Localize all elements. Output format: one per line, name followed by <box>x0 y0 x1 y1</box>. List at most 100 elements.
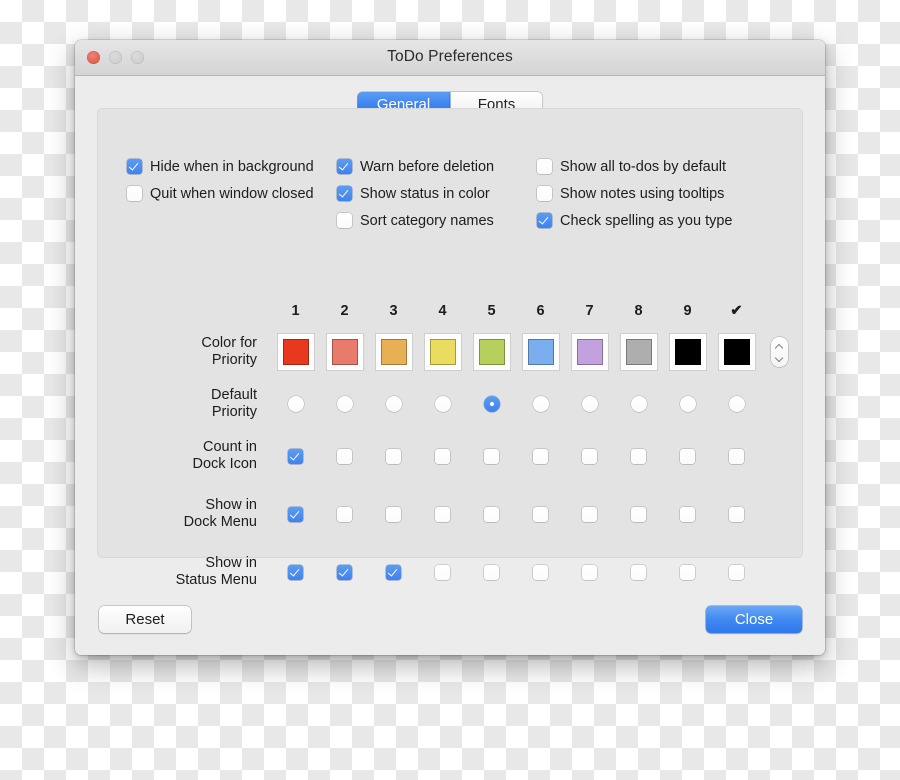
chevron-down-icon[interactable] <box>776 355 783 359</box>
color-swatch-8[interactable] <box>619 333 658 371</box>
radio-default-priority-3[interactable] <box>385 395 402 412</box>
option-hide-when-in-background[interactable]: Hide when in background <box>127 153 337 180</box>
option-label: Show notes using tooltips <box>560 185 725 202</box>
radio-default-priority-8[interactable] <box>630 395 647 412</box>
radio-default-priority-1[interactable] <box>287 395 304 412</box>
checkbox-status-menu-10[interactable] <box>729 564 744 580</box>
option-show-status-in-color[interactable]: Show status in color <box>337 180 537 207</box>
checkbox-status-menu-9[interactable] <box>680 564 695 580</box>
checkbox-dock-menu-9[interactable] <box>680 506 695 522</box>
options-column-3: Show all to-dos by default Show notes us… <box>537 153 803 234</box>
column-header-8: 8 <box>634 303 643 319</box>
checkbox-count-dock-5[interactable] <box>484 448 499 464</box>
color-fill <box>674 339 701 365</box>
color-swatch-10[interactable] <box>717 333 756 371</box>
checkbox-dock-menu-7[interactable] <box>582 506 597 522</box>
chevron-up-icon[interactable] <box>776 345 783 349</box>
option-show-all-todos-by-default[interactable]: Show all to-dos by default <box>537 153 803 180</box>
window-titlebar: ToDo Preferences <box>75 40 825 76</box>
checkbox-sort-category-names[interactable] <box>337 213 352 228</box>
checkbox-count-dock-3[interactable] <box>386 448 401 464</box>
option-label: Show all to-dos by default <box>560 158 727 175</box>
checkbox-count-dock-1[interactable] <box>288 448 303 464</box>
option-sort-category-names[interactable]: Sort category names <box>337 207 537 234</box>
checkbox-count-dock-4[interactable] <box>435 448 450 464</box>
option-label: Warn before deletion <box>360 158 495 175</box>
options-checkbox-grid: Hide when in background Quit when window… <box>97 153 803 234</box>
options-column-2: Warn before deletion Show status in colo… <box>337 153 537 234</box>
color-swatch-2[interactable] <box>325 333 364 371</box>
show-in-status-menu-cells <box>271 564 761 580</box>
checkbox-dock-menu-8[interactable] <box>631 506 646 522</box>
checkbox-warn-before-deletion[interactable] <box>337 159 352 174</box>
checkbox-count-dock-9[interactable] <box>680 448 695 464</box>
checkbox-count-dock-8[interactable] <box>631 448 646 464</box>
row-show-in-status-menu: Show in Status Menu <box>97 543 803 601</box>
count-in-dock-icon-cells <box>271 448 761 464</box>
checkbox-dock-menu-6[interactable] <box>533 506 548 522</box>
option-quit-when-window-closed[interactable]: Quit when window closed <box>127 180 337 207</box>
color-fill <box>723 339 750 365</box>
reset-button[interactable]: Reset <box>99 606 191 633</box>
color-swatch-1[interactable] <box>276 333 315 371</box>
preferences-window: ToDo Preferences General Fonts Hide when… <box>75 40 825 655</box>
color-fill <box>429 339 456 365</box>
priority-matrix-header-row: 1 2 3 4 5 6 7 8 9 ✔ <box>97 298 803 324</box>
checkbox-count-dock-10[interactable] <box>729 448 744 464</box>
checkbox-dock-menu-2[interactable] <box>337 506 352 522</box>
checkbox-dock-menu-3[interactable] <box>386 506 401 522</box>
checkbox-dock-menu-10[interactable] <box>729 506 744 522</box>
checkbox-quit-when-window-closed[interactable] <box>127 186 142 201</box>
column-header-checkmark-icon: ✔ <box>730 303 743 319</box>
color-swatch-3[interactable] <box>374 333 413 371</box>
checkbox-dock-menu-5[interactable] <box>484 506 499 522</box>
option-label: Show status in color <box>360 185 490 202</box>
color-swatch-6[interactable] <box>521 333 560 371</box>
checkbox-check-spelling-as-you-type[interactable] <box>537 213 552 228</box>
radio-default-priority-6[interactable] <box>532 395 549 412</box>
checkbox-count-dock-6[interactable] <box>533 448 548 464</box>
radio-default-priority-5[interactable] <box>483 395 500 412</box>
checkbox-show-status-in-color[interactable] <box>337 186 352 201</box>
row-default-priority: Default Priority <box>97 380 803 427</box>
option-label: Sort category names <box>360 212 494 229</box>
checkbox-count-dock-7[interactable] <box>582 448 597 464</box>
color-swatch-5[interactable] <box>472 333 511 371</box>
radio-default-priority-4[interactable] <box>434 395 451 412</box>
checkbox-status-menu-6[interactable] <box>533 564 548 580</box>
checkbox-status-menu-3[interactable] <box>386 564 401 580</box>
row-color-for-priority: Color for Priority <box>97 324 803 380</box>
checkbox-status-menu-5[interactable] <box>484 564 499 580</box>
column-header-5: 5 <box>487 303 496 319</box>
close-button[interactable]: Close <box>706 606 802 633</box>
option-show-notes-using-tooltips[interactable]: Show notes using tooltips <box>537 180 803 207</box>
option-check-spelling-as-you-type[interactable]: Check spelling as you type <box>537 207 803 234</box>
checkbox-status-menu-1[interactable] <box>288 564 303 580</box>
color-swatch-7[interactable] <box>570 333 609 371</box>
row-label-default-priority: Default Priority <box>211 386 257 420</box>
radio-default-priority-9[interactable] <box>679 395 696 412</box>
radio-default-priority-2[interactable] <box>336 395 353 412</box>
checkbox-show-notes-using-tooltips[interactable] <box>537 186 552 201</box>
checkbox-dock-menu-4[interactable] <box>435 506 450 522</box>
color-swatch-4[interactable] <box>423 333 462 371</box>
row-label-count-in-dock-icon: Count in Dock Icon <box>192 439 257 472</box>
checkbox-hide-when-in-background[interactable] <box>127 159 142 174</box>
color-fill <box>625 339 652 365</box>
checkbox-status-menu-2[interactable] <box>337 564 352 580</box>
row-show-in-dock-menu: Show in Dock Menu <box>97 485 803 543</box>
color-fill <box>478 339 505 365</box>
color-fill <box>331 339 358 365</box>
checkbox-status-menu-4[interactable] <box>435 564 450 580</box>
option-warn-before-deletion[interactable]: Warn before deletion <box>337 153 537 180</box>
color-swatch-cells <box>271 333 761 371</box>
checkbox-count-dock-2[interactable] <box>337 448 352 464</box>
radio-default-priority-10[interactable] <box>728 395 745 412</box>
checkbox-status-menu-7[interactable] <box>582 564 597 580</box>
radio-default-priority-7[interactable] <box>581 395 598 412</box>
color-swatch-9[interactable] <box>668 333 707 371</box>
checkbox-dock-menu-1[interactable] <box>288 506 303 522</box>
checkbox-show-all-todos-by-default[interactable] <box>537 159 552 174</box>
color-stepper[interactable] <box>771 337 788 367</box>
checkbox-status-menu-8[interactable] <box>631 564 646 580</box>
